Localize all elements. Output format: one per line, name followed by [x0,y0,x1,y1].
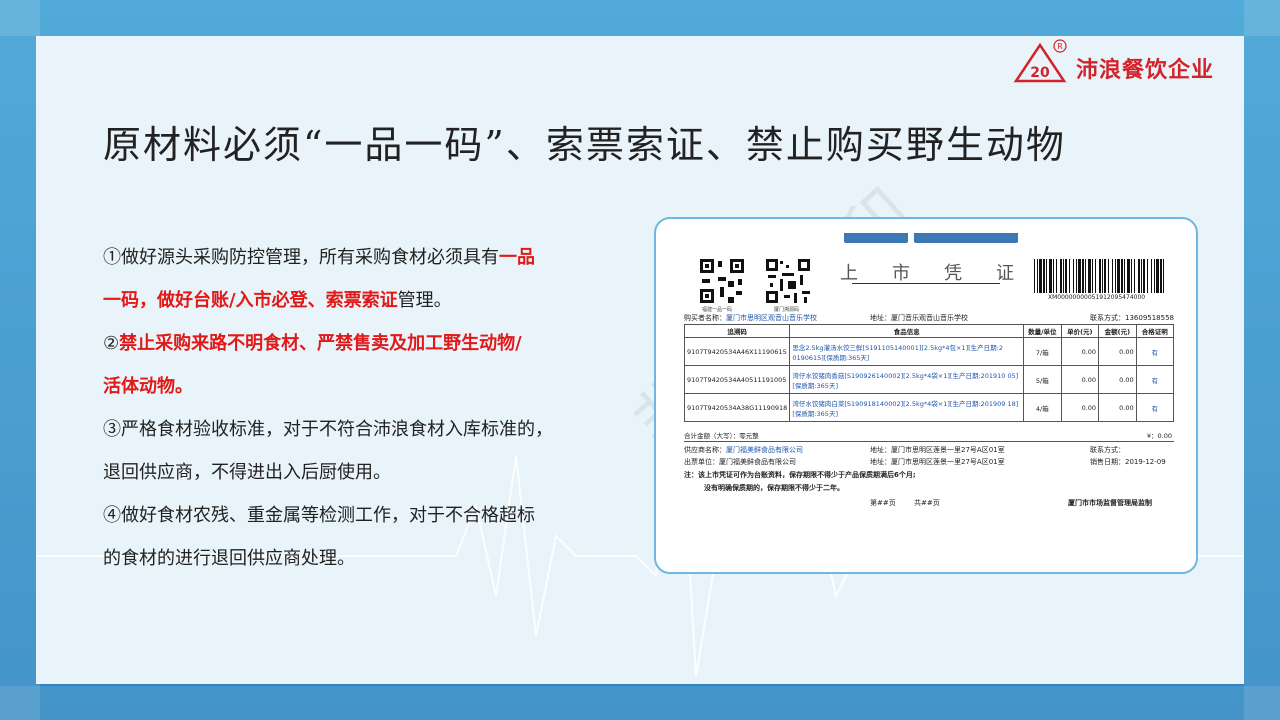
supplier-address: 地址：厦门市思明区莲景一里27号A区01室 [870,446,1005,454]
bullet-1-cont: 一码，做好台账/入市必登、索票索证管理。 [103,290,452,311]
slide: 非会员水印 20 R 沛浪餐饮企业 原材料必须“一品一码”、索票索证、禁止购买野… [36,36,1244,684]
certificate-tab-1 [844,233,908,243]
table-row: 9107T9420534A46X11190615 思念2.5kg灌汤水饺三鲜[S… [683,337,1175,366]
logo-text: 沛浪餐饮企业 [1075,58,1214,83]
company-logo: 20 R 沛浪餐饮企业 [1012,38,1214,84]
row-price: 0.00 [1060,393,1100,422]
row-amount: 0.00 [1098,337,1137,366]
bullet-4: ④做好食材农残、重金属等检测工作，对于不合格超标 [103,505,535,526]
table-header-row: 追溯码 食品信息 数量/单位 单价(元) 金额(元) 合格证明 [683,324,1175,338]
row-amount: 0.00 [1098,393,1137,422]
row-cert: 有 [1135,393,1175,422]
buyer-address: 地址：厦门音乐观音山音乐学校 [870,314,968,322]
bullet-1: ①做好源头采购防控管理，所有采购食材必须具有一品 [103,247,535,268]
total-label: 合计金额（大写）：零元整 [684,432,759,440]
row-trace-code: 9107T9420534A46X11190615 [683,337,791,366]
header-amount: 金额(元) [1098,324,1137,338]
header-certificate: 合格证明 [1135,324,1175,338]
title-underline [852,283,1000,284]
page-total: 共##页 [914,499,940,507]
row-cert: 有 [1135,365,1175,394]
header-food-info: 食品信息 [789,324,1025,338]
total-value: ¥：0.00 [1146,432,1172,440]
qr-code-icon [698,257,746,305]
qr1-caption: 福建一品一码 [702,307,733,313]
header-qty-unit: 数量/单位 [1023,324,1062,338]
market-certificate: 福建一品一码 厦门溯源码 上市凭证 XM00000000051912095474… [670,233,1182,563]
table-row: 9107T9420534A38G11190918 湾仔水饺猪肉白菜[S19091… [683,393,1175,422]
bullet-list: ①做好源头采购防控管理，所有采购食材必须具有一品 一码，做好台账/入市必登、索票… [103,236,643,580]
table-row: 9107T9420534A40511191005 湾仔水饺猪肉香菇[S19092… [683,365,1175,394]
items-table: 追溯码 食品信息 数量/单位 单价(元) 金额(元) 合格证明 9107T942… [683,324,1175,422]
barcode-number: XM00000000051912095474000 [1048,294,1146,301]
total-row: 合计金额（大写）：零元整 ¥：0.00 [684,430,1174,442]
row-qty: 5/箱 [1023,365,1062,394]
supplier-contact: 联系方式： [1090,446,1125,454]
supplier-line: 供应商名称：厦门福美鲜食品有限公司 [684,446,803,454]
bullet-2-cont: 活体动物。 [103,376,193,397]
note-line-1: 注：该上市凭证可作为台账资料，保存期限不得少于产品保质期满后6个月; [684,471,916,479]
logo-mark-icon: 20 R [1013,39,1067,83]
bullet-4-cont: 的食材的进行退回供应商处理。 [103,548,355,569]
certificate-tab-2 [914,233,1018,243]
traceability-qr-icon [764,257,812,305]
row-food-info: 湾仔水饺猪肉白菜[S190918140002][2.5kg*4袋×1][生产日期… [789,393,1025,422]
buyer-contact: 联系方式：13609518558 [1090,314,1174,322]
row-cert: 有 [1135,337,1175,366]
certificate-image-frame: 福建一品一码 厦门溯源码 上市凭证 XM00000000051912095474… [654,217,1198,574]
sale-date: 销售日期：2019-12-09 [1090,458,1166,466]
bullet-2: ②禁止采购来路不明食材、严禁售卖及加工野生动物/ [103,333,522,354]
certificate-title: 上市凭证 [840,263,1048,284]
svg-text:R: R [1057,42,1063,51]
issuer-line: 出票单位：厦门福美鲜食品有限公司 [684,458,796,466]
bullet-3: ③严格食材验收标准，对于不符合沛浪食材入库标准的， [103,419,553,440]
header-unit-price: 单价(元) [1060,324,1100,338]
page-title: 原材料必须“一品一码”、索票索证、禁止购买野生动物 [103,123,1066,167]
header-trace-code: 追溯码 [683,324,791,338]
note-line-2: 没有明确保质期的，保存期限不得少于二年。 [704,484,844,492]
supervisor-line: 厦门市市场监督管理局监制 [1068,499,1152,507]
row-trace-code: 9107T9420534A38G11190918 [683,393,791,422]
row-qty: 7/箱 [1023,337,1062,366]
row-qty: 4/箱 [1023,393,1062,422]
row-food-info: 思念2.5kg灌汤水饺三鲜[S191105140001][2.5kg*4包×1]… [789,337,1025,366]
qr2-caption: 厦门溯源码 [774,307,800,313]
row-food-info: 湾仔水饺猪肉香菇[S190926140002][2.5kg*4袋×1][生产日期… [789,365,1025,394]
row-price: 0.00 [1060,365,1100,394]
buyer-line: 购买者名称：厦门市思明区观音山音乐学校 [684,314,817,322]
barcode-icon [1034,259,1164,293]
page-current: 第##页 [870,499,896,507]
row-amount: 0.00 [1098,365,1137,394]
issuer-address: 地址：厦门市思明区莲景一里27号A区01室 [870,458,1005,466]
row-price: 0.00 [1060,337,1100,366]
svg-text:20: 20 [1030,65,1050,81]
bullet-3-cont: 退回供应商，不得进出入后厨使用。 [103,462,391,483]
row-trace-code: 9107T9420534A40511191005 [683,365,791,394]
